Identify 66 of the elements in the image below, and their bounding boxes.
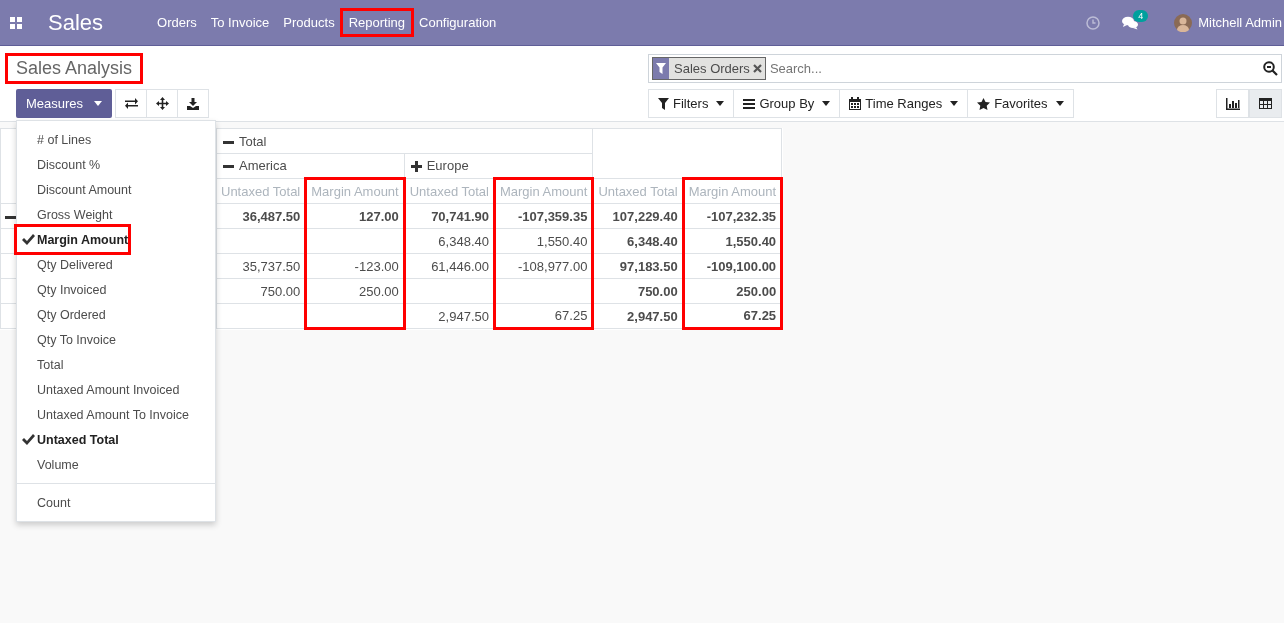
menu-item[interactable]: Orders xyxy=(151,11,203,34)
menu-item[interactable]: Configuration xyxy=(413,11,503,34)
menu-item[interactable]: Products xyxy=(277,11,341,34)
calendar-icon xyxy=(849,97,862,110)
table-cell: 250.00 xyxy=(305,278,405,304)
close-icon[interactable] xyxy=(752,64,762,73)
table-cell: 67.25 xyxy=(494,303,593,329)
swap-arrows-icon xyxy=(124,98,138,109)
dropdown-item[interactable]: Volume xyxy=(17,452,79,477)
search-option-button[interactable]: Group By xyxy=(733,89,841,118)
table-cell: 127.00 xyxy=(305,203,405,229)
dropdown-item[interactable]: Discount % xyxy=(17,152,101,177)
search-icon[interactable] xyxy=(1263,61,1278,76)
facet-label: Sales Orders xyxy=(673,61,751,76)
table-cell: -109,100.00 xyxy=(683,253,782,279)
table-cell: 1,550.40 xyxy=(494,228,593,254)
caret-icon xyxy=(94,101,103,106)
expand-all-button[interactable] xyxy=(146,89,179,118)
download-button[interactable] xyxy=(177,89,210,118)
list-icon xyxy=(743,98,756,109)
bar-chart-icon xyxy=(1225,97,1240,110)
menu-item[interactable]: To Invoice xyxy=(204,11,276,34)
filter-icon xyxy=(656,63,666,74)
caret-icon xyxy=(1055,101,1064,106)
apps-icon[interactable] xyxy=(10,16,22,29)
flip-axis-button[interactable] xyxy=(115,89,148,118)
dropdown-item[interactable]: # of Lines xyxy=(17,127,92,152)
download-icon xyxy=(187,97,200,110)
user-name[interactable]: Mitchell Admin xyxy=(1198,15,1282,30)
caret-icon xyxy=(716,101,725,106)
dropdown-item[interactable]: Count xyxy=(17,490,71,515)
message-count-badge: 4 xyxy=(1133,9,1149,22)
view-switch-button[interactable] xyxy=(1249,89,1282,118)
table-cell: -107,359.35 xyxy=(494,203,593,229)
plus-icon[interactable] xyxy=(410,161,422,173)
table-cell: 67.25 xyxy=(683,303,782,329)
filter-icon xyxy=(658,97,669,110)
measures-button[interactable]: Measures xyxy=(16,89,113,118)
move-arrows-icon xyxy=(155,97,169,110)
page-title: Sales Analysis xyxy=(8,56,141,81)
dropdown-item[interactable]: Untaxed Amount Invoiced xyxy=(17,377,180,402)
dropdown-item[interactable]: Untaxed Total xyxy=(17,427,119,452)
table-cell: -108,977.00 xyxy=(494,253,593,279)
table-cell: -107,232.35 xyxy=(683,203,782,229)
star-icon xyxy=(977,97,991,110)
avatar-icon[interactable] xyxy=(1174,13,1193,32)
dropdown-item[interactable]: Total xyxy=(17,352,64,377)
caret-icon xyxy=(950,101,959,106)
search-option-button[interactable]: Time Ranges xyxy=(839,89,969,118)
check-icon xyxy=(22,434,35,445)
view-switch-button[interactable] xyxy=(1216,89,1249,118)
dropdown-item[interactable]: Discount Amount xyxy=(17,177,132,202)
menu-item[interactable]: Reporting xyxy=(342,11,411,34)
app-name: Sales xyxy=(48,9,104,36)
dropdown-item[interactable]: Qty To Invoice xyxy=(17,327,116,352)
dropdown-item[interactable]: Untaxed Amount To Invoice xyxy=(17,402,189,427)
table-cell: 250.00 xyxy=(683,278,782,304)
table-icon xyxy=(1259,98,1272,109)
caret-icon xyxy=(822,101,831,106)
table-cell: -123.00 xyxy=(305,253,405,279)
search-option-button[interactable]: Filters xyxy=(648,89,735,118)
check-icon xyxy=(22,234,35,245)
search-bar[interactable]: Sales Orders Search... xyxy=(648,54,1282,83)
column-header[interactable]: Total xyxy=(216,128,593,154)
search-option-button[interactable]: Favorites xyxy=(967,89,1074,118)
table-cell: 1,550.40 xyxy=(683,228,782,254)
